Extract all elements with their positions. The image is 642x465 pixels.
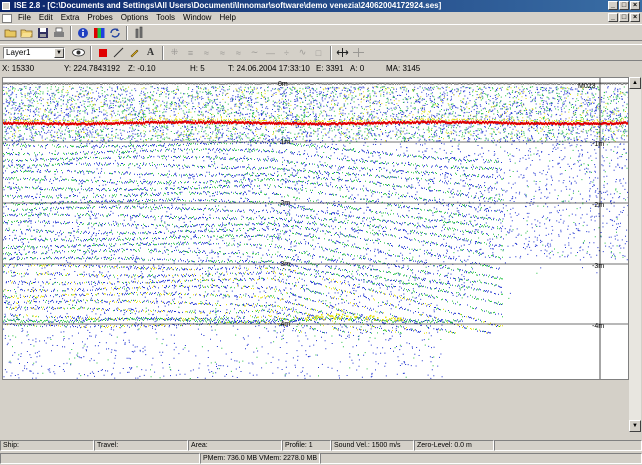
- main-toolbar: [0, 24, 642, 41]
- red-square-icon[interactable]: [95, 45, 110, 60]
- edit-toolbar: Layer1 ▼ A ⁜ ≡ ≈ ≈ ≈ ∼ — ÷ ∿ □: [0, 44, 642, 61]
- save-icon[interactable]: [35, 25, 50, 40]
- menu-help[interactable]: Help: [215, 12, 239, 24]
- lower-panel: [2, 380, 629, 432]
- mdi-minimize-button[interactable]: _: [608, 13, 618, 22]
- status-zero-level: Zero-Level: 0.0 m: [414, 440, 494, 451]
- info-icon[interactable]: [75, 25, 90, 40]
- mdi-close-button[interactable]: ×: [630, 13, 640, 22]
- echogram-display[interactable]: 0m -1m -2m -3m -4m -1m -2m -3m -4m M023: [2, 77, 629, 380]
- window-title: ISE 2.8 - [C:\Documents and Settings\All…: [14, 1, 442, 10]
- app-icon[interactable]: [2, 2, 10, 10]
- print-icon[interactable]: [51, 25, 66, 40]
- toolbar-separator: [330, 45, 332, 60]
- toolbar-separator: [90, 45, 92, 60]
- status-sound-velocity: Sound Vel.: 1500 m/s: [331, 440, 414, 451]
- menu-window[interactable]: Window: [179, 12, 215, 24]
- folder-icon[interactable]: [19, 25, 34, 40]
- depth-label-0: 0m: [278, 81, 288, 88]
- tool5-icon[interactable]: ≈: [231, 45, 246, 60]
- chevron-down-icon[interactable]: ▼: [54, 47, 64, 58]
- scroll-up-button[interactable]: ▲: [629, 77, 641, 89]
- info-x: X: 15330: [2, 64, 35, 73]
- tool1-icon[interactable]: ⁜: [167, 45, 182, 60]
- probe-icon[interactable]: [131, 25, 146, 40]
- status-empty-right: [320, 453, 642, 464]
- status-memory: PMem: 736.0 MB VMem: 2278.0 MB: [200, 453, 320, 464]
- tool2-icon[interactable]: ≡: [183, 45, 198, 60]
- menu-extra[interactable]: Extra: [57, 12, 84, 24]
- tool7-icon[interactable]: —: [263, 45, 278, 60]
- maximize-button[interactable]: □: [619, 1, 629, 10]
- status-empty-left: [0, 453, 200, 464]
- pencil-icon[interactable]: [127, 45, 142, 60]
- depth-label-right-3: -3m: [592, 263, 605, 270]
- depth-label-4: -4m: [278, 321, 291, 328]
- tool8-icon[interactable]: ÷: [279, 45, 294, 60]
- expand-h-icon[interactable]: [335, 45, 350, 60]
- text-icon[interactable]: A: [143, 45, 158, 60]
- depth-label-right-2: -2m: [592, 202, 605, 209]
- tool3-icon[interactable]: ≈: [199, 45, 214, 60]
- info-h: H: 5: [190, 64, 205, 73]
- position-info-line: X: 15330 Y: 224.7843192 Z: -0.10 H: 5 T:…: [0, 63, 642, 75]
- close-button[interactable]: ×: [630, 1, 640, 10]
- menu-edit[interactable]: Edit: [35, 12, 57, 24]
- tool6-icon[interactable]: ∼: [247, 45, 262, 60]
- depth-label-1: -1m: [278, 139, 291, 146]
- layer-select-value: Layer1: [6, 47, 31, 57]
- info-e: E: 3391: [316, 64, 344, 73]
- toolbar-separator: [162, 45, 164, 60]
- depth-label-right-4: -4m: [592, 323, 605, 330]
- status-ship: Ship:: [0, 440, 94, 451]
- depth-label-3: -3m: [278, 261, 291, 268]
- document-icon[interactable]: [2, 13, 12, 23]
- line-icon[interactable]: [111, 45, 126, 60]
- memory-status-bar: PMem: 736.0 MB VMem: 2278.0 MB: [0, 453, 642, 464]
- tool10-icon[interactable]: □: [311, 45, 326, 60]
- depth-label-2: -2m: [278, 200, 291, 207]
- depth-label-right-1: -1m: [592, 141, 605, 148]
- info-z: Z: -0.10: [128, 64, 156, 73]
- status-travel: Travel:: [94, 440, 188, 451]
- collapse-h-icon[interactable]: [351, 45, 366, 60]
- mdi-restore-button[interactable]: □: [619, 13, 629, 22]
- title-bar: ISE 2.8 - [C:\Documents and Settings\All…: [0, 0, 642, 12]
- menu-file[interactable]: File: [14, 12, 35, 24]
- menu-tools[interactable]: Tools: [152, 12, 179, 24]
- vertical-scrollbar[interactable]: ▲ ▼: [629, 77, 641, 432]
- echogram-canvas[interactable]: [3, 78, 629, 380]
- info-y: Y: 224.7843192: [64, 64, 121, 73]
- toolbar-separator: [70, 25, 72, 40]
- status-bar: Ship: Travel: Area: Profile: 1 Sound Vel…: [0, 440, 642, 451]
- info-ma: MA: 3145: [386, 64, 421, 73]
- tool4-icon[interactable]: ≈: [215, 45, 230, 60]
- toolbar-separator: [126, 25, 128, 40]
- palette-icon[interactable]: [91, 25, 106, 40]
- status-empty: [494, 440, 642, 451]
- folder-open-icon[interactable]: [3, 25, 18, 40]
- layer-select[interactable]: Layer1 ▼: [3, 46, 65, 59]
- eye-icon[interactable]: [71, 45, 86, 60]
- tool9-icon[interactable]: ∿: [295, 45, 310, 60]
- minimize-button[interactable]: _: [608, 1, 618, 10]
- menu-options[interactable]: Options: [117, 12, 153, 24]
- refresh-icon[interactable]: [107, 25, 122, 40]
- echo-blue-returns: [3, 86, 628, 379]
- status-profile: Profile: 1: [282, 440, 331, 451]
- menu-bar: File Edit Extra Probes Options Tools Win…: [0, 12, 642, 24]
- info-a: A: 0: [350, 64, 365, 73]
- status-area: Area:: [188, 440, 282, 451]
- info-t: T: 24.06.2004 17:33:10: [228, 64, 310, 73]
- event-marker-label: M023: [578, 83, 596, 90]
- menu-probes[interactable]: Probes: [83, 12, 116, 24]
- scroll-down-button[interactable]: ▼: [629, 420, 641, 432]
